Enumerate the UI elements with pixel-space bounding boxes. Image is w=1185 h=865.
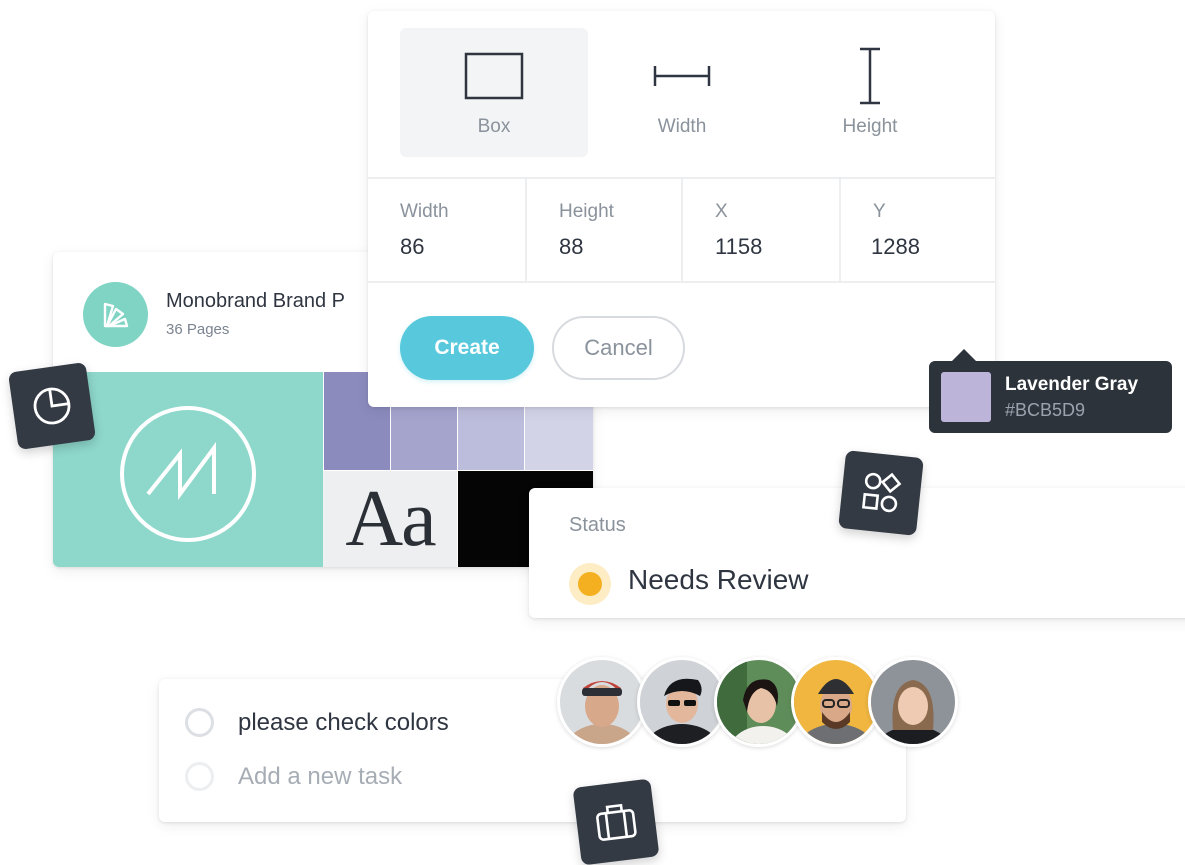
color-hex: #BCB5D9 bbox=[1005, 400, 1086, 420]
width-field[interactable]: Width 86 bbox=[400, 179, 526, 281]
dimension-dialog: Box Width Height Width 86 Height 88 X 11… bbox=[368, 11, 995, 407]
avatar[interactable] bbox=[868, 657, 958, 747]
width-field-label: Width bbox=[400, 201, 449, 222]
mode-selector: Box Width Height bbox=[400, 28, 965, 157]
new-task-input[interactable]: Add a new task bbox=[238, 763, 402, 791]
mode-width[interactable]: Width bbox=[588, 28, 776, 157]
status-indicator-icon bbox=[569, 563, 611, 605]
x-field-label: X bbox=[715, 201, 728, 222]
y-field-label: Y bbox=[873, 201, 886, 222]
status-label: Status bbox=[569, 514, 626, 536]
status-value[interactable]: Needs Review bbox=[628, 564, 809, 596]
mode-width-label: Width bbox=[657, 116, 707, 137]
pie-chart-tile[interactable] bbox=[7, 361, 97, 451]
new-task-checkbox bbox=[185, 762, 214, 791]
mode-box-label: Box bbox=[477, 116, 511, 137]
color-tooltip-swatch bbox=[941, 372, 991, 422]
shapes-tile[interactable] bbox=[838, 450, 924, 536]
create-button[interactable]: Create bbox=[400, 316, 534, 380]
palette-fan-icon bbox=[83, 282, 148, 347]
y-field[interactable]: Y 1288 bbox=[839, 179, 997, 281]
width-field-value[interactable]: 86 bbox=[400, 234, 424, 260]
shapes-icon bbox=[861, 472, 902, 513]
y-field-value[interactable]: 1288 bbox=[871, 234, 920, 260]
mode-height-label: Height bbox=[842, 116, 898, 137]
brand-title: Monobrand Brand P bbox=[166, 290, 346, 312]
width-icon bbox=[653, 66, 711, 86]
task-text[interactable]: please check colors bbox=[238, 709, 449, 737]
divider bbox=[368, 281, 995, 283]
monogram-m-icon bbox=[120, 406, 256, 542]
mode-height[interactable]: Height bbox=[776, 28, 964, 157]
brand-page-count: 36 Pages bbox=[166, 321, 230, 338]
x-field[interactable]: X 1158 bbox=[681, 179, 840, 281]
height-field-value[interactable]: 88 bbox=[559, 234, 583, 260]
height-field[interactable]: Height 88 bbox=[525, 179, 683, 281]
height-icon bbox=[860, 47, 880, 105]
pie-chart-icon bbox=[33, 387, 71, 425]
briefcase-icon bbox=[596, 803, 637, 841]
color-tooltip: Lavender Gray #BCB5D9 bbox=[929, 349, 1172, 433]
mode-box[interactable]: Box bbox=[400, 28, 588, 157]
typeface-sample: Aa bbox=[323, 471, 457, 567]
color-name: Lavender Gray bbox=[1005, 374, 1139, 395]
cancel-button[interactable]: Cancel bbox=[552, 316, 685, 380]
brand-logo-tile bbox=[53, 372, 323, 567]
task-checkbox[interactable] bbox=[185, 708, 214, 737]
x-field-value[interactable]: 1158 bbox=[715, 234, 762, 260]
box-icon bbox=[464, 52, 524, 100]
avatar[interactable] bbox=[557, 657, 647, 747]
height-field-label: Height bbox=[559, 201, 614, 222]
briefcase-tile[interactable] bbox=[572, 778, 660, 865]
